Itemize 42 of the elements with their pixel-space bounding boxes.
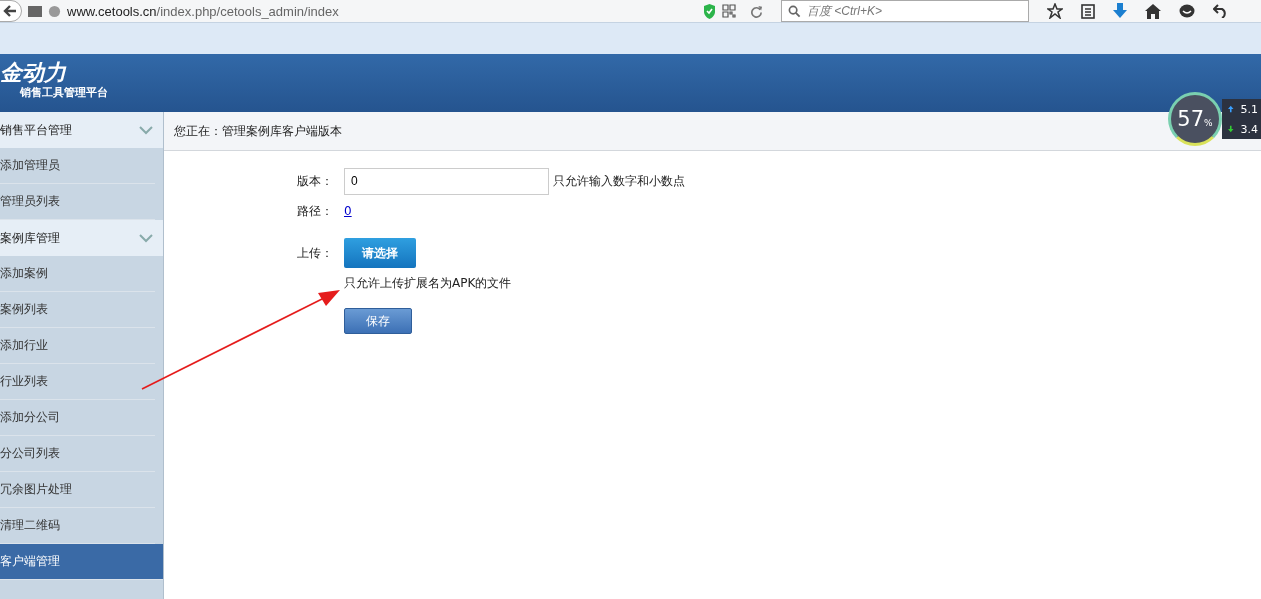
upload-label: 上传：	[297, 244, 334, 262]
search-field[interactable]: 百度 <Ctrl+K>	[781, 0, 1029, 22]
choose-file-button[interactable]: 请选择	[344, 238, 416, 268]
sidebar-item[interactable]: 添加行业	[0, 328, 155, 364]
sidebar-item[interactable]: 客户端管理	[0, 544, 163, 580]
down-arrow-icon	[1228, 125, 1234, 133]
version-input[interactable]: 0	[344, 167, 549, 195]
download-speed: 3.4	[1240, 122, 1258, 136]
gauge-percent: 57	[1177, 107, 1205, 131]
qr-code-icon[interactable]	[722, 4, 736, 18]
reload-icon[interactable]	[750, 4, 763, 18]
path-link[interactable]: 0	[344, 204, 352, 218]
undo-icon[interactable]	[1213, 4, 1228, 18]
shield-icon	[703, 3, 716, 19]
path-label: 路径：	[297, 202, 334, 220]
download-icon[interactable]	[1113, 3, 1127, 19]
address-bar[interactable]: www.cetools.cn/index.php/cetools_admin/index	[67, 3, 697, 19]
star-icon[interactable]	[1047, 3, 1063, 19]
home-icon[interactable]	[1145, 3, 1161, 19]
up-arrow-icon	[1228, 105, 1234, 113]
search-icon	[788, 4, 801, 18]
logo-subtitle: 销售工具管理平台	[18, 85, 109, 100]
upload-hint: 只允许上传扩展名为APK的文件	[344, 274, 512, 292]
sidebar-group[interactable]: 案例库管理	[0, 220, 163, 256]
version-hint: 只允许输入数字和小数点	[553, 172, 685, 190]
sidebar-item[interactable]: 案例列表	[0, 292, 155, 328]
upload-speed: 5.1	[1240, 102, 1258, 116]
sidebar-item[interactable]: 行业列表	[0, 364, 155, 400]
save-button[interactable]: 保存	[344, 308, 412, 334]
sidebar-group[interactable]: 销售平台管理	[0, 112, 163, 148]
logo-text: 金动力	[0, 59, 68, 85]
back-button[interactable]	[0, 0, 22, 22]
clipboard-icon[interactable]	[1081, 3, 1095, 19]
sidebar-item[interactable]: 添加分公司	[0, 400, 155, 436]
back-arrow-icon	[3, 5, 17, 17]
sidebar-item[interactable]: 添加管理员	[0, 148, 155, 184]
version-label: 版本：	[297, 172, 334, 190]
sidebar-item[interactable]: 分公司列表	[0, 436, 155, 472]
sidebar-item[interactable]: 冗余图片处理	[0, 472, 155, 508]
chat-icon[interactable]	[1179, 3, 1195, 19]
sidebar-item[interactable]: 添加案例	[0, 256, 155, 292]
gauge-unit: %	[1204, 118, 1213, 128]
